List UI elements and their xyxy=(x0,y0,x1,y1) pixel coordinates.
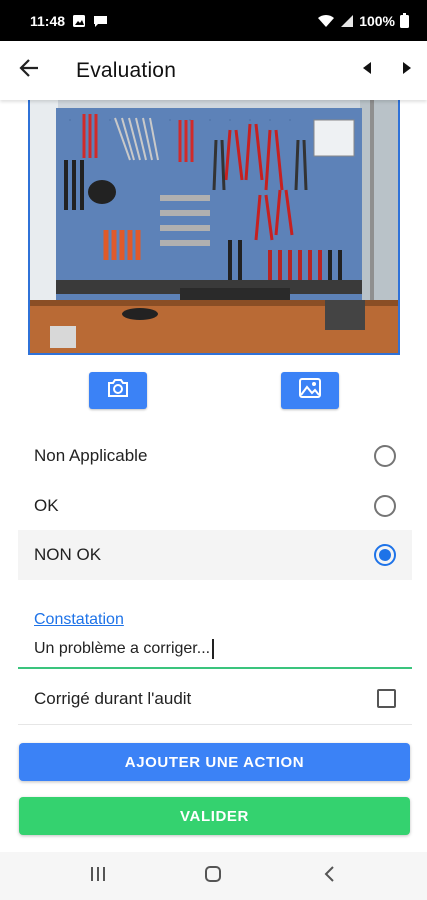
arrow-back-icon xyxy=(18,57,40,84)
gallery-button[interactable] xyxy=(281,372,339,409)
image-icon xyxy=(72,14,86,28)
constatation-input[interactable]: Un problème a corriger... xyxy=(34,639,214,659)
corrected-during-audit-row[interactable]: Corrigé durant l'audit xyxy=(18,673,412,725)
constatation-value: Un problème a corriger... xyxy=(34,640,211,657)
radio-button[interactable] xyxy=(374,445,396,467)
option-non-ok[interactable]: NON OK xyxy=(18,530,412,580)
evaluation-photo[interactable] xyxy=(28,100,400,355)
status-right: 100% xyxy=(317,13,409,29)
option-label: NON OK xyxy=(34,545,102,564)
option-ok[interactable]: OK xyxy=(18,481,412,531)
previous-button[interactable] xyxy=(347,41,387,100)
home-icon xyxy=(204,865,222,888)
recent-apps-button[interactable] xyxy=(78,856,118,896)
option-label: Non Applicable xyxy=(34,446,148,465)
system-back-button[interactable] xyxy=(309,856,349,896)
back-button[interactable] xyxy=(0,41,58,100)
message-icon xyxy=(93,14,108,28)
gallery-icon xyxy=(298,377,322,404)
option-non-applicable[interactable]: Non Applicable xyxy=(18,431,412,481)
system-nav-bar xyxy=(0,852,427,900)
status-time: 11:48 xyxy=(30,12,66,29)
recent-apps-icon xyxy=(89,866,107,887)
radio-button-selected[interactable] xyxy=(374,544,396,566)
triangle-left-icon xyxy=(361,61,373,80)
signal-icon xyxy=(340,14,354,28)
radio-button[interactable] xyxy=(374,495,396,517)
camera-button[interactable] xyxy=(89,372,147,409)
wifi-icon xyxy=(317,14,335,28)
status-left: 11:48 xyxy=(30,13,108,29)
page-title: Evaluation xyxy=(76,58,177,82)
next-button[interactable] xyxy=(387,41,427,100)
battery-icon xyxy=(400,13,409,28)
constatation-label: Constatation xyxy=(34,611,124,628)
camera-icon xyxy=(106,378,130,403)
text-caret xyxy=(212,639,214,659)
tool-wall-pegboard-image xyxy=(30,100,398,353)
back-icon xyxy=(323,865,335,888)
corrected-during-audit-checkbox[interactable] xyxy=(377,689,396,708)
option-label: OK xyxy=(34,496,59,515)
constatation-underline xyxy=(18,667,412,669)
home-button[interactable] xyxy=(193,856,233,896)
app-bar: Evaluation xyxy=(0,41,427,100)
corrected-during-audit-label: Corrigé durant l'audit xyxy=(34,688,192,708)
validate-button[interactable]: VALIDER xyxy=(19,797,410,835)
add-action-button[interactable]: AJOUTER UNE ACTION xyxy=(19,743,410,781)
battery-percent: 100% xyxy=(359,12,395,29)
status-bar: 11:48 100% xyxy=(0,0,427,41)
triangle-right-icon xyxy=(401,61,413,80)
